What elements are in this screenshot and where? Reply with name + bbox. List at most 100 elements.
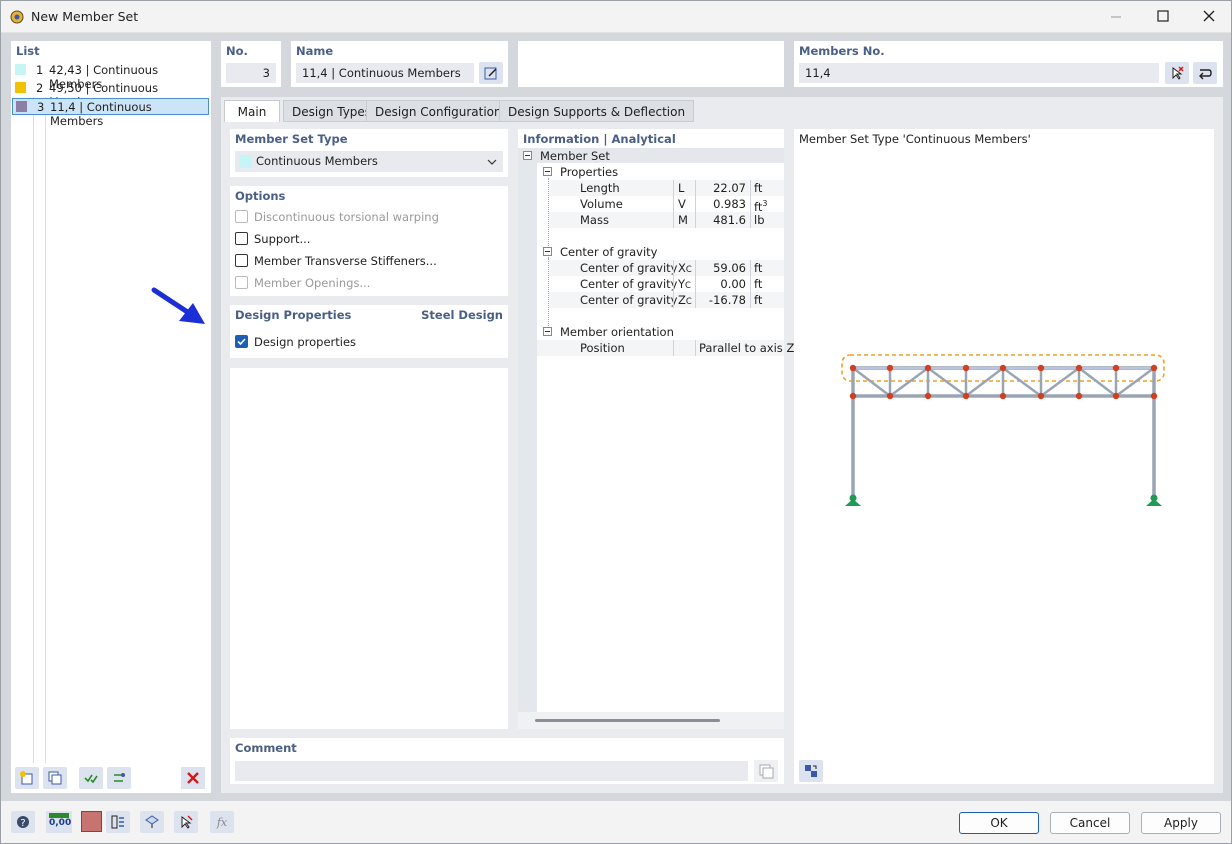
member-set-type-value: Continuous Members [256,154,378,168]
name-value: 11,4 | Continuous Members [302,66,461,80]
comment-library-icon[interactable] [754,760,778,782]
list-item[interactable]: 311,4 | Continuous Members [12,98,209,115]
col-divider [750,292,751,308]
no-panel: No. 3 [221,41,281,87]
orientation-label: Member orientation [560,324,674,340]
bottom-toolbar: ? 0,00 fx OK Cancel Apply [1,801,1231,843]
info-row-value: 0.983 [696,196,746,212]
list-item[interactable]: 142,43 | Continuous Members [12,62,209,79]
transverse-stiffeners-checkbox[interactable] [235,254,248,267]
member-set-type-dropdown[interactable]: Continuous Members [235,151,503,172]
members-value: 11,4 [805,66,831,80]
position-value: Parallel to axis Z [699,340,794,356]
info-row-symbol: XC [678,260,692,276]
information-header: Information | Analytical [523,132,676,146]
info-row-unit: ft [754,292,762,308]
minimize-icon[interactable] [1109,9,1123,23]
tab-design-supports-deflection[interactable]: Design Supports & Deflection [499,100,694,122]
design-properties-header: Design Properties [235,308,351,322]
cancel-button[interactable]: Cancel [1050,812,1130,834]
units-icon-text: 0,00 [49,818,71,828]
members-field[interactable]: 11,4 [799,63,1159,83]
view-options-icon[interactable] [799,760,823,782]
list-toolbar [11,763,211,793]
col-divider [695,340,696,356]
position-name: Position [580,340,625,356]
symbol-sub: C [686,265,692,275]
horizontal-scrollbar[interactable] [518,712,784,729]
tab-design-configurations[interactable]: Design Configurations [366,100,517,122]
member-openings-label: Member Openings... [254,275,370,291]
info-row-symbol: V [678,196,686,212]
svg-text:?: ? [20,818,25,829]
no-value: 3 [263,66,270,80]
col-divider [750,276,751,292]
info-row-symbol: M [678,212,688,228]
comment-field[interactable] [235,761,748,781]
rfem-icon [9,9,25,25]
collapse-icon[interactable] [543,167,552,176]
copy-set-icon[interactable] [43,767,67,789]
renumber-icon[interactable] [107,767,131,789]
help-icon[interactable]: ? [11,811,35,833]
symbol-text: M [678,213,688,227]
list-item[interactable]: 249,50 | Continuous Members [12,80,209,97]
check-all-icon[interactable] [79,767,103,789]
arrow-annotation-icon [149,285,207,327]
collapse-icon[interactable] [543,327,552,336]
close-icon[interactable] [1202,9,1216,23]
members-label: Members No. [799,44,885,58]
list-item-label: 11,4 | Continuous Members [50,100,208,128]
display-properties-icon[interactable] [106,811,130,833]
info-row-unit: ft [754,276,762,292]
blank-panel [518,41,784,87]
formula-icon[interactable]: fx [210,811,234,833]
new-set-icon[interactable] [15,767,39,789]
col-divider [673,276,674,292]
tree-gutter [518,148,537,712]
scrollbar-thumb[interactable] [535,719,720,722]
tree-root-label: Member Set [540,148,610,164]
title-bar: New Member Set [1,1,1231,33]
unit-text: ft [754,181,762,195]
comment-label: Comment [235,741,297,755]
ok-button[interactable]: OK [959,812,1039,834]
unit-sup: 3 [762,199,767,208]
preview-title: Member Set Type 'Continuous Members' [799,132,1031,146]
delete-icon[interactable] [181,767,205,789]
symbol-text: Y [678,277,685,291]
information-panel: Information | Analytical Member Set Prop… [518,129,784,729]
collapse-icon[interactable] [543,247,552,256]
pick-members-icon[interactable] [1165,62,1189,84]
window-title: New Member Set [31,9,138,24]
design-properties-checkbox[interactable] [235,335,248,348]
reverse-icon[interactable] [1193,62,1217,84]
support-checkbox[interactable] [235,232,248,245]
info-row-symbol: YC [678,276,691,292]
no-field[interactable]: 3 [226,63,276,83]
collapse-icon[interactable] [523,151,532,160]
info-row-name: Center of gravity [580,276,678,292]
tab-main[interactable]: Main [224,100,280,122]
cog-label: Center of gravity [560,244,658,260]
name-field[interactable]: 11,4 | Continuous Members [296,63,474,83]
col-divider [673,212,674,228]
list-item-no: 3 [37,100,44,114]
symbol-text: Z [678,293,686,307]
color-icon[interactable] [81,811,102,832]
symbol-text: V [678,197,686,211]
view-icon[interactable] [140,811,164,833]
apply-button[interactable]: Apply [1141,812,1221,834]
member-openings-checkbox [235,276,248,289]
units-icon[interactable]: 0,00 [46,811,72,833]
select-icon[interactable] [174,811,198,833]
info-row-unit: lb [754,212,765,228]
unit-text: ft [754,277,762,291]
maximize-icon[interactable] [1156,9,1170,23]
name-label: Name [296,44,333,58]
no-label: No. [226,44,248,58]
list-item-color-swatch [15,64,26,75]
edit-name-icon[interactable] [479,62,503,84]
svg-text:fx: fx [216,816,228,829]
info-row-unit: ft3 [754,196,767,212]
